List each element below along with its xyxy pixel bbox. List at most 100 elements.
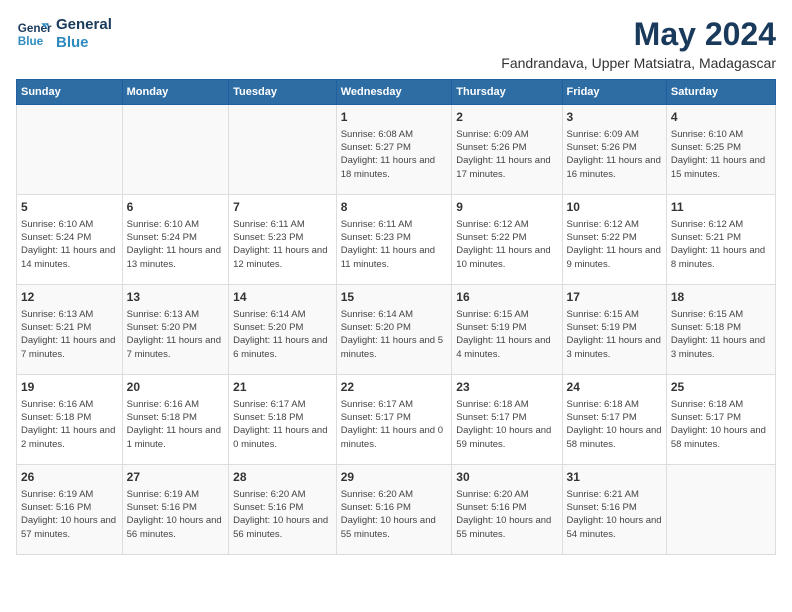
day-info: Sunrise: 6:14 AM [233,308,332,321]
calendar-cell: 18Sunrise: 6:15 AMSunset: 5:18 PMDayligh… [666,285,775,375]
day-info: Daylight: 11 hours and 5 minutes. [341,334,448,361]
day-info: Daylight: 11 hours and 17 minutes. [456,154,557,181]
day-info: Sunrise: 6:13 AM [127,308,225,321]
day-info: Sunset: 5:26 PM [567,141,662,154]
calendar-cell: 4Sunrise: 6:10 AMSunset: 5:25 PMDaylight… [666,105,775,195]
day-info: Daylight: 11 hours and 11 minutes. [341,244,448,271]
calendar-cell: 13Sunrise: 6:13 AMSunset: 5:20 PMDayligh… [122,285,229,375]
calendar-cell: 11Sunrise: 6:12 AMSunset: 5:21 PMDayligh… [666,195,775,285]
day-number: 24 [567,379,662,396]
day-number: 8 [341,199,448,216]
calendar-cell: 12Sunrise: 6:13 AMSunset: 5:21 PMDayligh… [17,285,123,375]
day-info: Sunset: 5:16 PM [127,501,225,514]
day-number: 4 [671,109,771,126]
day-info: Sunset: 5:25 PM [671,141,771,154]
day-number: 12 [21,289,118,306]
day-number: 9 [456,199,557,216]
calendar-cell: 19Sunrise: 6:16 AMSunset: 5:18 PMDayligh… [17,375,123,465]
day-number: 5 [21,199,118,216]
header-day-wednesday: Wednesday [336,80,452,105]
day-number: 14 [233,289,332,306]
day-info: Sunset: 5:24 PM [127,231,225,244]
day-info: Daylight: 10 hours and 54 minutes. [567,514,662,541]
calendar-cell [229,105,337,195]
day-info: Daylight: 11 hours and 1 minute. [127,424,225,451]
day-number: 10 [567,199,662,216]
day-info: Sunset: 5:19 PM [567,321,662,334]
day-info: Daylight: 11 hours and 3 minutes. [567,334,662,361]
calendar-cell: 24Sunrise: 6:18 AMSunset: 5:17 PMDayligh… [562,375,666,465]
day-info: Sunset: 5:17 PM [671,411,771,424]
day-info: Sunset: 5:18 PM [127,411,225,424]
day-number: 31 [567,469,662,486]
day-info: Sunset: 5:19 PM [456,321,557,334]
title-area: May 2024 Fandrandava, Upper Matsiatra, M… [501,16,776,71]
day-info: Sunrise: 6:14 AM [341,308,448,321]
header-day-thursday: Thursday [452,80,562,105]
day-info: Sunrise: 6:10 AM [127,218,225,231]
week-row-5: 26Sunrise: 6:19 AMSunset: 5:16 PMDayligh… [17,465,776,555]
day-info: Daylight: 11 hours and 2 minutes. [21,424,118,451]
day-info: Sunset: 5:23 PM [233,231,332,244]
day-info: Daylight: 11 hours and 14 minutes. [21,244,118,271]
day-number: 3 [567,109,662,126]
day-info: Sunrise: 6:09 AM [567,128,662,141]
week-row-4: 19Sunrise: 6:16 AMSunset: 5:18 PMDayligh… [17,375,776,465]
calendar-header: SundayMondayTuesdayWednesdayThursdayFrid… [17,80,776,105]
day-info: Sunrise: 6:11 AM [341,218,448,231]
calendar-cell: 22Sunrise: 6:17 AMSunset: 5:17 PMDayligh… [336,375,452,465]
day-number: 26 [21,469,118,486]
svg-text:Blue: Blue [18,35,44,48]
day-number: 13 [127,289,225,306]
day-number: 20 [127,379,225,396]
day-info: Sunset: 5:27 PM [341,141,448,154]
calendar-cell: 27Sunrise: 6:19 AMSunset: 5:16 PMDayligh… [122,465,229,555]
day-info: Daylight: 11 hours and 0 minutes. [233,424,332,451]
day-info: Sunrise: 6:18 AM [456,398,557,411]
calendar-cell: 29Sunrise: 6:20 AMSunset: 5:16 PMDayligh… [336,465,452,555]
calendar-body: 1Sunrise: 6:08 AMSunset: 5:27 PMDaylight… [17,105,776,555]
logo-icon: General Blue [16,16,52,52]
day-info: Daylight: 11 hours and 3 minutes. [671,334,771,361]
logo-text-line1: General [56,16,112,34]
day-info: Daylight: 11 hours and 0 minutes. [341,424,448,451]
calendar-cell: 7Sunrise: 6:11 AMSunset: 5:23 PMDaylight… [229,195,337,285]
calendar-cell: 23Sunrise: 6:18 AMSunset: 5:17 PMDayligh… [452,375,562,465]
day-info: Sunrise: 6:20 AM [233,488,332,501]
day-info: Sunset: 5:23 PM [341,231,448,244]
header-day-sunday: Sunday [17,80,123,105]
day-info: Sunrise: 6:15 AM [567,308,662,321]
calendar-cell: 21Sunrise: 6:17 AMSunset: 5:18 PMDayligh… [229,375,337,465]
day-info: Sunset: 5:16 PM [21,501,118,514]
calendar-cell: 15Sunrise: 6:14 AMSunset: 5:20 PMDayligh… [336,285,452,375]
day-info: Sunset: 5:18 PM [21,411,118,424]
calendar-cell: 26Sunrise: 6:19 AMSunset: 5:16 PMDayligh… [17,465,123,555]
logo: General Blue General Blue [16,16,112,52]
day-info: Sunset: 5:17 PM [341,411,448,424]
day-info: Daylight: 10 hours and 58 minutes. [671,424,771,451]
day-info: Sunset: 5:17 PM [456,411,557,424]
week-row-2: 5Sunrise: 6:10 AMSunset: 5:24 PMDaylight… [17,195,776,285]
day-info: Daylight: 11 hours and 8 minutes. [671,244,771,271]
day-number: 28 [233,469,332,486]
day-info: Sunrise: 6:20 AM [456,488,557,501]
day-info: Sunset: 5:22 PM [567,231,662,244]
day-info: Sunrise: 6:10 AM [671,128,771,141]
calendar-cell: 3Sunrise: 6:09 AMSunset: 5:26 PMDaylight… [562,105,666,195]
day-info: Daylight: 11 hours and 4 minutes. [456,334,557,361]
day-info: Sunrise: 6:17 AM [233,398,332,411]
day-info: Sunrise: 6:10 AM [21,218,118,231]
day-info: Sunrise: 6:12 AM [456,218,557,231]
day-info: Sunset: 5:26 PM [456,141,557,154]
day-number: 19 [21,379,118,396]
day-number: 21 [233,379,332,396]
day-info: Sunset: 5:20 PM [341,321,448,334]
day-info: Daylight: 10 hours and 55 minutes. [456,514,557,541]
calendar-cell: 2Sunrise: 6:09 AMSunset: 5:26 PMDaylight… [452,105,562,195]
day-number: 16 [456,289,557,306]
day-number: 25 [671,379,771,396]
calendar-cell: 9Sunrise: 6:12 AMSunset: 5:22 PMDaylight… [452,195,562,285]
day-info: Sunrise: 6:16 AM [127,398,225,411]
day-info: Sunrise: 6:12 AM [671,218,771,231]
logo-text-line2: Blue [56,34,112,52]
